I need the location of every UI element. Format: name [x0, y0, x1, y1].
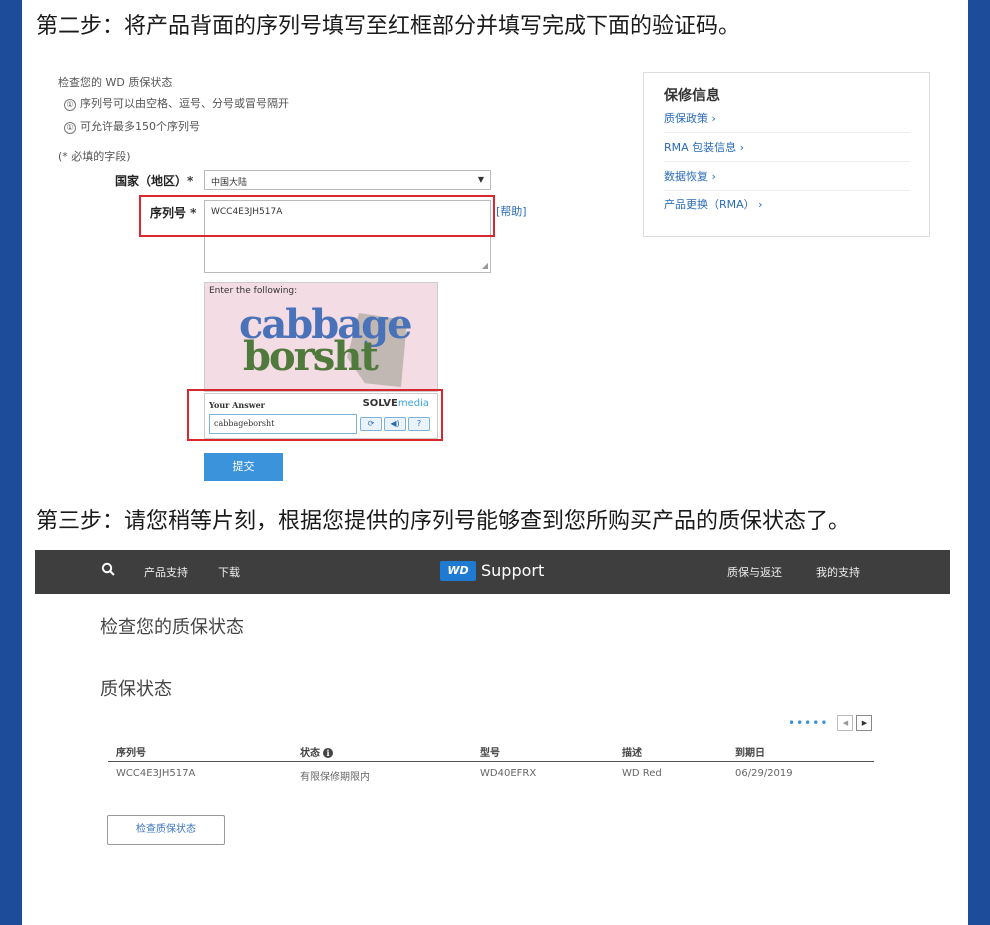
cell-serial: WCC4E3JH517A — [116, 768, 196, 779]
warranty-policy-link[interactable]: 质保政策 › — [664, 110, 910, 133]
serial-highlight-frame — [139, 195, 495, 237]
step2-heading: 第二步：将产品背面的序列号填写至红框部分并填写完成下面的验证码。 — [36, 14, 741, 39]
captcha-image: Enter the following: cabbage borsht — [204, 282, 438, 392]
table-pager: ••••• ◀ ▶ — [788, 715, 873, 731]
check-status-title: 检查您的 WD 质保状态 — [58, 76, 173, 89]
resize-grip-icon[interactable]: ◢ — [482, 261, 488, 270]
header-description: 描述 — [622, 748, 642, 759]
table-header: 序列号 状态 i 型号 描述 到期日 — [108, 740, 874, 762]
header-serial: 序列号 — [116, 748, 146, 759]
cell-model: WD40EFRX — [480, 768, 537, 779]
search-icon[interactable] — [101, 562, 115, 578]
wd-logo[interactable]: WD — [440, 561, 476, 581]
hint-text: 可允许最多150个序列号 — [80, 120, 200, 133]
nav-my-support[interactable]: 我的支持 — [816, 564, 860, 580]
help-link[interactable]: [帮助] — [496, 203, 527, 219]
captcha-prompt: Enter the following: — [209, 286, 298, 296]
pager-dots: ••••• — [788, 716, 829, 730]
cell-description: WD Red — [622, 768, 662, 779]
country-label: 国家（地区）* — [115, 174, 194, 188]
info-circle-icon: ① — [64, 122, 76, 134]
info-circle-icon: ① — [64, 99, 76, 111]
cell-expiry: 06/29/2019 — [735, 768, 793, 779]
pager-prev-icon[interactable]: ◀ — [837, 715, 854, 731]
data-recovery-link[interactable]: 数据恢复 › — [664, 168, 910, 191]
info-icon[interactable]: i — [323, 748, 333, 758]
header-expiry: 到期日 — [735, 748, 765, 759]
pager-next-icon[interactable]: ▶ — [856, 715, 873, 731]
required-fields-note: (* 必填的字段) — [58, 150, 131, 163]
section-title: 质保状态 — [100, 679, 172, 700]
country-value: 中国大陆 — [211, 178, 248, 188]
dropdown-caret-icon: ▼ — [477, 175, 484, 184]
hint-separators: ① 序列号可以由空格、逗号、分号或冒号隔开 — [64, 95, 289, 111]
country-select[interactable]: 中国大陆 ▼ — [204, 170, 491, 190]
rma-packaging-link[interactable]: RMA 包装信息 › — [664, 139, 910, 162]
warranty-status-table: 序列号 状态 i 型号 描述 到期日 WCC4E3JH517A 有限保修期限内 W… — [108, 740, 874, 784]
content-panel: 第二步：将产品背面的序列号填写至红框部分并填写完成下面的验证码。 检查您的 WD… — [22, 0, 968, 925]
captcha-highlight-frame — [187, 389, 443, 441]
page-title: 检查您的质保状态 — [100, 617, 244, 638]
submit-button[interactable]: 提交 — [204, 453, 283, 481]
nav-download[interactable]: 下载 — [218, 564, 240, 580]
nav-product-support[interactable]: 产品支持 — [144, 564, 188, 580]
hint-text: 序列号可以由空格、逗号、分号或冒号隔开 — [80, 97, 289, 110]
table-row: WCC4E3JH517A 有限保修期限内 WD40EFRX WD Red 06/… — [108, 762, 874, 784]
product-replacement-link[interactable]: 产品更换（RMA） › — [664, 196, 910, 218]
header-status-label: 状态 — [300, 748, 320, 759]
header-status: 状态 i — [300, 744, 333, 759]
step3-heading: 第三步：请您稍等片刻，根据您提供的序列号能够查到您所购买产品的质保状态了。 — [36, 509, 851, 534]
header-model: 型号 — [480, 748, 500, 759]
check-warranty-button[interactable]: 检查质保状态 — [107, 815, 225, 845]
wd-support-label: Support — [481, 561, 545, 580]
nav-warranty-returns[interactable]: 质保与返还 — [727, 564, 782, 580]
warranty-info-title: 保修信息 — [664, 88, 720, 104]
hint-max-serials: ① 可允许最多150个序列号 — [64, 118, 200, 134]
cell-status: 有限保修期限内 — [300, 772, 370, 783]
warranty-info-box: 保修信息 质保政策 › RMA 包装信息 › 数据恢复 › 产品更换（RMA） … — [643, 72, 930, 237]
captcha-word-2: borsht — [243, 333, 379, 380]
wd-top-nav: 产品支持 下载 WD Support 质保与返还 我的支持 — [35, 550, 950, 594]
